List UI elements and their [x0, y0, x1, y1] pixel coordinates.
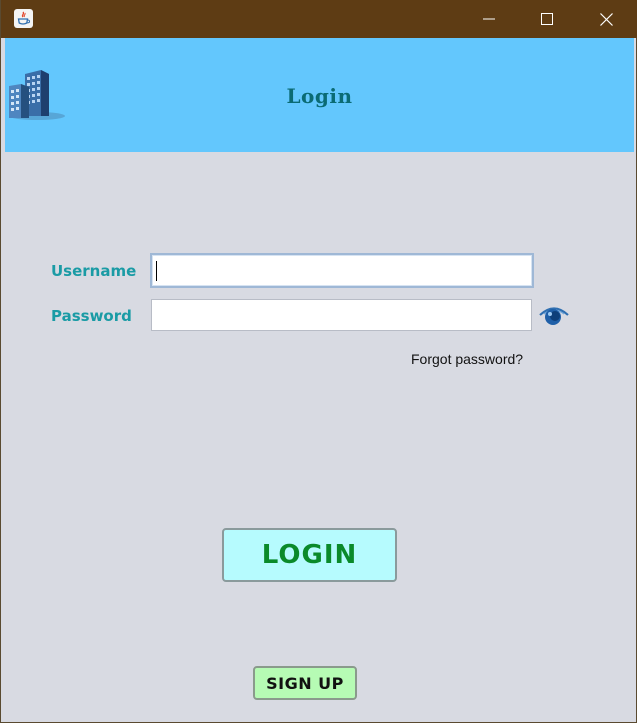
close-icon [599, 12, 613, 26]
username-field[interactable] [150, 253, 534, 288]
login-button[interactable]: LOGIN [222, 528, 397, 582]
title-bar[interactable] [1, 0, 637, 38]
eye-icon[interactable] [538, 303, 570, 329]
forgot-password-link[interactable]: Forgot password? [411, 351, 523, 367]
username-label: Username [51, 262, 137, 280]
text-cursor [156, 261, 157, 281]
minimize-button[interactable] [460, 0, 518, 38]
minimize-icon [483, 18, 495, 20]
page-title: Login [286, 84, 353, 108]
maximize-icon [541, 13, 553, 25]
maximize-button[interactable] [518, 0, 576, 38]
java-app-icon [14, 9, 33, 28]
password-label: Password [51, 307, 132, 325]
close-button[interactable] [577, 0, 635, 38]
header-banner: Login [5, 38, 634, 152]
signup-button[interactable]: SIGN UP [253, 666, 357, 700]
password-field[interactable] [151, 299, 532, 331]
login-window: Login Username Password Forgot password?… [0, 0, 637, 723]
